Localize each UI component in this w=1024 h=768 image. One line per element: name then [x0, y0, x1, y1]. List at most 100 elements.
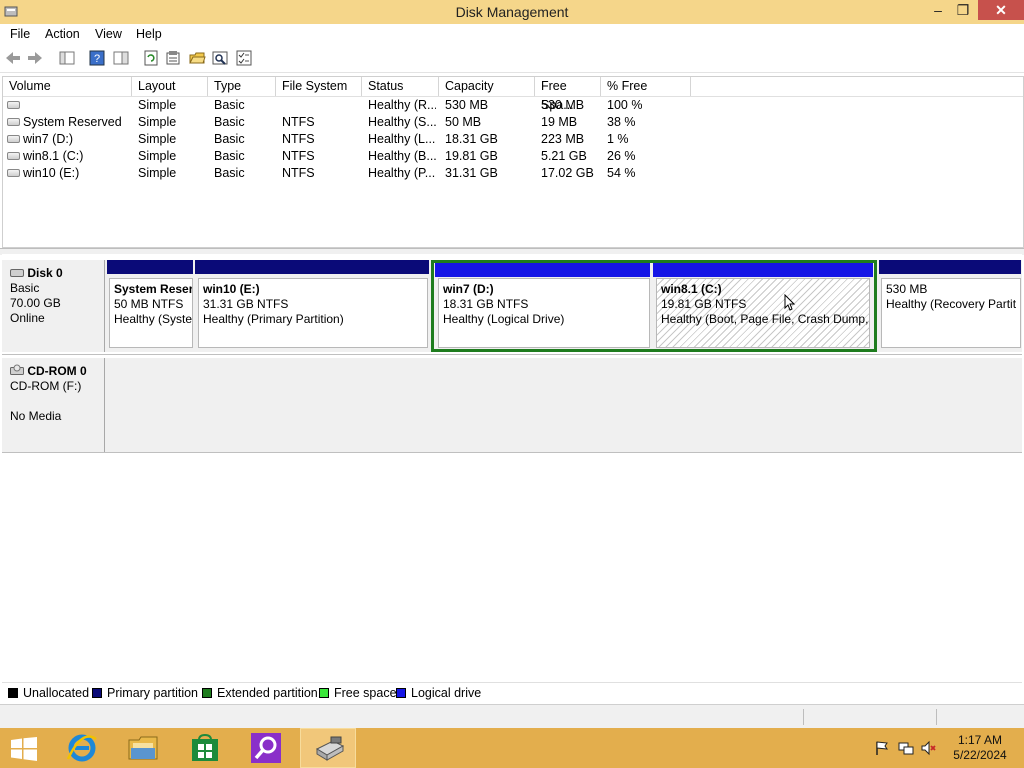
partition-win8-1[interactable]: win8.1 (C:) 19.81 GB NTFS Healthy (Boot,…	[656, 278, 870, 348]
cell-file-system: NTFS	[282, 149, 315, 163]
cell-type: Basic	[214, 98, 245, 112]
column-header-file-system[interactable]: File System	[276, 77, 362, 96]
start-windows-icon[interactable]	[11, 737, 37, 761]
disk-0-label[interactable]: Disk 0 Basic 70.00 GB Online	[2, 260, 105, 352]
menu-view[interactable]: View	[95, 27, 122, 41]
clock-date: 5/22/2024	[953, 748, 1007, 762]
help-icon[interactable]: ?	[88, 49, 106, 67]
partition-name: System Reser	[114, 282, 193, 296]
close-button[interactable]: ✕	[978, 0, 1024, 20]
cell-capacity: 31.31 GB	[445, 166, 498, 180]
cell-type: Basic	[214, 166, 245, 180]
cdrom-0-label[interactable]: CD-ROM 0 CD-ROM (F:) No Media	[2, 358, 105, 452]
partition-system-reserved[interactable]: System Reser 50 MB NTFS Healthy (Syste	[109, 278, 193, 348]
network-icon[interactable]	[898, 740, 914, 756]
drive-icon	[7, 118, 20, 126]
system-clock[interactable]: 1:17 AM 5/22/2024	[940, 733, 1020, 763]
cdrom-0-area	[105, 358, 1022, 452]
store-icon	[192, 734, 218, 761]
partition-recovery[interactable]: 530 MB Healthy (Recovery Partit	[881, 278, 1021, 348]
legend-swatch-free	[319, 688, 329, 698]
disk-0-size: 70.00 GB	[10, 296, 61, 310]
drive-icon	[7, 101, 20, 109]
partition-status: Healthy (Boot, Page File, Crash Dump,	[661, 312, 869, 326]
restore-button[interactable]: ❐	[949, 0, 977, 20]
partition-win7[interactable]: win7 (D:) 18.31 GB NTFS Healthy (Logical…	[438, 278, 650, 348]
partition-size: 31.31 GB NTFS	[203, 297, 289, 311]
cell-type: Basic	[214, 132, 245, 146]
cell-capacity: 530 MB	[445, 98, 489, 112]
legend-unallocated: Unallocated	[23, 686, 90, 700]
disk-properties-icon[interactable]	[164, 49, 182, 67]
cell-volume: win7 (D:)	[23, 132, 74, 146]
menu-action[interactable]: Action	[45, 27, 80, 41]
disk-0-partitions: System Reser 50 MB NTFS Healthy (Syste w…	[105, 260, 1022, 352]
column-header-status[interactable]: Status	[362, 77, 439, 96]
column-header-percent-free[interactable]: % Free	[601, 77, 691, 96]
settings-checklist-icon[interactable]	[235, 49, 253, 67]
menu-file[interactable]: File	[10, 27, 30, 41]
toolbar: ?	[0, 44, 1024, 73]
status-bar	[0, 704, 1024, 729]
partition-status: Healthy (Syste	[114, 312, 193, 326]
refresh-icon[interactable]	[142, 49, 160, 67]
properties-pane-icon[interactable]	[112, 49, 130, 67]
taskbar-store[interactable]	[177, 728, 233, 768]
forward-arrow-icon[interactable]	[26, 49, 44, 67]
taskbar-internet-explorer[interactable]	[54, 728, 110, 768]
taskbar-search[interactable]	[238, 728, 294, 768]
drive-icon	[7, 152, 20, 160]
taskbar: 1:17 AM 5/22/2024	[0, 728, 1024, 768]
cell-layout: Simple	[138, 132, 177, 146]
column-header-volume[interactable]: Volume	[3, 77, 132, 96]
column-header-layout[interactable]: Layout	[132, 77, 208, 96]
cell-file-system: NTFS	[282, 115, 315, 129]
action-center-flag-icon[interactable]	[874, 740, 890, 756]
cell-percent-free: 38 %	[607, 115, 636, 129]
title-bar: Disk Management – ❐ ✕	[0, 0, 1024, 24]
show-hide-tree-icon[interactable]	[58, 49, 76, 67]
partition-name: win8.1 (C:)	[661, 282, 722, 296]
disk-icon	[10, 269, 24, 277]
cell-type: Basic	[214, 149, 245, 163]
taskbar-disk-management[interactable]	[300, 728, 356, 768]
cell-status: Healthy (B...	[368, 149, 436, 163]
cell-capacity: 18.31 GB	[445, 132, 498, 146]
partition-status: Healthy (Primary Partition)	[203, 312, 344, 326]
explore-icon[interactable]	[211, 49, 229, 67]
cell-free-space: 17.02 GB	[541, 166, 594, 180]
partition-win10[interactable]: win10 (E:) 31.31 GB NTFS Healthy (Primar…	[198, 278, 428, 348]
partition-size: 18.31 GB NTFS	[443, 297, 529, 311]
disk-0-name: Disk 0	[27, 266, 63, 280]
column-header-type[interactable]: Type	[208, 77, 276, 96]
column-header-capacity[interactable]: Capacity	[439, 77, 535, 96]
cdrom-0-name: CD-ROM 0	[27, 364, 87, 378]
internet-explorer-icon	[66, 734, 97, 762]
volume-muted-icon[interactable]	[921, 740, 937, 756]
open-folder-icon[interactable]	[188, 49, 206, 67]
legend-logical-drive: Logical drive	[411, 686, 482, 700]
partition-size: 50 MB NTFS	[114, 297, 184, 311]
cell-percent-free: 26 %	[607, 149, 636, 163]
cell-percent-free: 1 %	[607, 132, 629, 146]
drive-icon	[7, 135, 20, 143]
menu-bar: File Action View Help	[0, 24, 1024, 44]
partition-name: win7 (D:)	[443, 282, 494, 296]
cell-volume: win10 (E:)	[23, 166, 80, 180]
column-header-free-space[interactable]: Free Spa...	[535, 77, 601, 112]
partition-size: 530 MB	[886, 282, 928, 296]
taskbar-file-explorer[interactable]	[115, 728, 171, 768]
partition-size: 19.81 GB NTFS	[661, 297, 747, 311]
legend-extended-partition: Extended partition	[217, 686, 318, 700]
volume-list[interactable]: Volume Layout Type File System Status Ca…	[2, 76, 1024, 248]
cell-volume	[23, 97, 128, 114]
legend-swatch-logical	[396, 688, 406, 698]
cell-free-space: 530 MB	[541, 98, 585, 112]
back-arrow-icon[interactable]	[4, 49, 22, 67]
menu-help[interactable]: Help	[136, 27, 162, 41]
primary-partition-bar	[107, 260, 193, 274]
disk-management-icon	[315, 736, 345, 761]
cell-capacity: 19.81 GB	[445, 149, 498, 163]
minimize-button[interactable]: –	[924, 0, 952, 20]
file-explorer-icon	[128, 736, 158, 760]
